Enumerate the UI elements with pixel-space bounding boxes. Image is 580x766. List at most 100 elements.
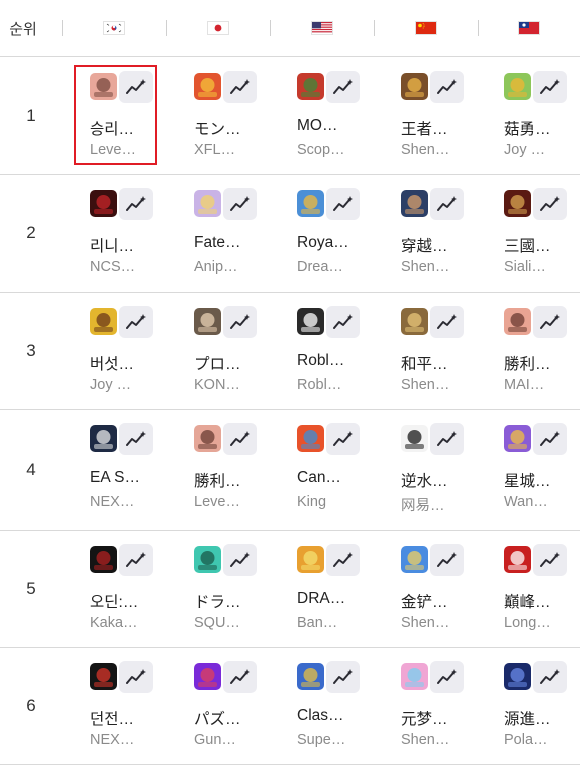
trend-button[interactable]	[430, 423, 464, 455]
app-name[interactable]: 金铲…	[401, 590, 448, 612]
app-name[interactable]: プロ…	[194, 352, 241, 374]
app-icon[interactable]	[297, 73, 324, 100]
app-icon[interactable]	[504, 190, 531, 217]
app-icon[interactable]	[504, 73, 531, 100]
trend-button[interactable]	[533, 306, 567, 338]
trend-button[interactable]	[326, 661, 360, 693]
trend-button[interactable]	[326, 71, 360, 103]
app-name[interactable]: 버섯…	[90, 352, 134, 374]
app-cell[interactable]: 王者… Shen…	[401, 71, 505, 163]
app-name[interactable]: 巔峰…	[504, 590, 551, 612]
app-icon[interactable]	[194, 190, 221, 217]
country-tab-taiwan[interactable]	[478, 0, 580, 56]
trend-button[interactable]	[119, 423, 153, 455]
app-name[interactable]: 勝利…	[504, 352, 551, 374]
app-icon[interactable]	[401, 546, 428, 573]
trend-button[interactable]	[223, 71, 257, 103]
app-icon[interactable]	[90, 546, 117, 573]
app-icon[interactable]	[297, 308, 324, 335]
app-cell[interactable]: 버섯… Joy …	[90, 306, 194, 398]
app-cell[interactable]: Fate… Anip…	[194, 188, 298, 280]
trend-button[interactable]	[223, 188, 257, 220]
app-name[interactable]: 리니…	[90, 234, 134, 256]
trend-button[interactable]	[223, 423, 257, 455]
app-cell[interactable]: 源進… Pola…	[504, 661, 580, 753]
app-icon[interactable]	[401, 663, 428, 690]
app-cell[interactable]: 던전… NEX…	[90, 661, 194, 753]
app-cell[interactable]: Clas… Supe…	[297, 661, 401, 753]
trend-button[interactable]	[430, 306, 464, 338]
trend-button[interactable]	[119, 544, 153, 576]
app-cell[interactable]: Can… King	[297, 423, 401, 515]
app-icon[interactable]	[297, 190, 324, 217]
app-cell[interactable]: Roya… Drea…	[297, 188, 401, 280]
app-name[interactable]: Clas…	[297, 707, 344, 725]
trend-button[interactable]	[223, 544, 257, 576]
app-cell[interactable]: 星城… Wan…	[504, 423, 580, 515]
trend-button[interactable]	[430, 71, 464, 103]
trend-button[interactable]	[119, 306, 153, 338]
trend-button[interactable]	[533, 544, 567, 576]
country-tab-china[interactable]	[374, 0, 478, 56]
app-name[interactable]: 逆水…	[401, 469, 448, 491]
app-icon[interactable]	[504, 425, 531, 452]
app-name[interactable]: 菇勇…	[504, 117, 551, 139]
trend-button[interactable]	[326, 544, 360, 576]
app-name[interactable]: 三國…	[504, 234, 551, 256]
app-name[interactable]: 和平…	[401, 352, 448, 374]
app-cell[interactable]: 逆水… 网易…	[401, 423, 505, 515]
app-icon[interactable]	[90, 425, 117, 452]
app-name[interactable]: DRA…	[297, 590, 345, 608]
trend-button[interactable]	[119, 188, 153, 220]
app-icon[interactable]	[401, 308, 428, 335]
trend-button[interactable]	[533, 661, 567, 693]
app-cell[interactable]: 元梦… Shen…	[401, 661, 505, 753]
app-cell[interactable]: 和平… Shen…	[401, 306, 505, 398]
app-name[interactable]: MO…	[297, 117, 337, 135]
app-name[interactable]: 星城…	[504, 469, 551, 491]
app-icon[interactable]	[504, 308, 531, 335]
app-cell[interactable]: MO… Scop…	[297, 71, 401, 163]
app-name[interactable]: パズ…	[194, 707, 241, 729]
trend-button[interactable]	[430, 544, 464, 576]
app-cell[interactable]: 리니… NCS…	[90, 188, 194, 280]
app-icon[interactable]	[90, 663, 117, 690]
app-cell[interactable]: 오딘:… Kaka…	[90, 544, 194, 636]
app-name[interactable]: 勝利…	[194, 469, 241, 491]
app-name[interactable]: 王者…	[401, 117, 448, 139]
country-tab-japan[interactable]	[166, 0, 270, 56]
app-icon[interactable]	[90, 190, 117, 217]
app-cell[interactable]: ドラ… SQU…	[194, 544, 298, 636]
app-name[interactable]: Fate…	[194, 234, 241, 252]
trend-button[interactable]	[223, 661, 257, 693]
app-icon[interactable]	[297, 546, 324, 573]
app-cell[interactable]: パズ… Gun…	[194, 661, 298, 753]
app-name[interactable]: Robl…	[297, 352, 344, 370]
country-tab-south-korea[interactable]	[62, 0, 166, 56]
app-icon[interactable]	[297, 425, 324, 452]
app-cell[interactable]: 勝利… Leve…	[194, 423, 298, 515]
trend-button[interactable]	[430, 188, 464, 220]
app-name[interactable]: 穿越…	[401, 234, 448, 256]
app-cell[interactable]: 三國… Siali…	[504, 188, 580, 280]
app-cell[interactable]: DRA… Ban…	[297, 544, 401, 636]
app-cell[interactable]: EA S… NEX…	[90, 423, 194, 515]
app-icon[interactable]	[504, 546, 531, 573]
app-name[interactable]: Can…	[297, 469, 341, 487]
trend-button[interactable]	[326, 423, 360, 455]
trend-button[interactable]	[119, 661, 153, 693]
app-cell[interactable]: モン… XFL…	[194, 71, 298, 163]
app-cell[interactable]: 勝利… MAI…	[504, 306, 580, 398]
app-icon[interactable]	[194, 663, 221, 690]
trend-button[interactable]	[430, 661, 464, 693]
app-name[interactable]: 던전…	[90, 707, 134, 729]
app-icon[interactable]	[194, 308, 221, 335]
app-icon[interactable]	[504, 663, 531, 690]
app-name[interactable]: モン…	[194, 117, 241, 139]
app-name[interactable]: 源進…	[504, 707, 551, 729]
app-cell[interactable]: プロ… KON…	[194, 306, 298, 398]
trend-button[interactable]	[533, 71, 567, 103]
trend-button[interactable]	[326, 306, 360, 338]
app-icon[interactable]	[90, 308, 117, 335]
app-icon[interactable]	[194, 546, 221, 573]
